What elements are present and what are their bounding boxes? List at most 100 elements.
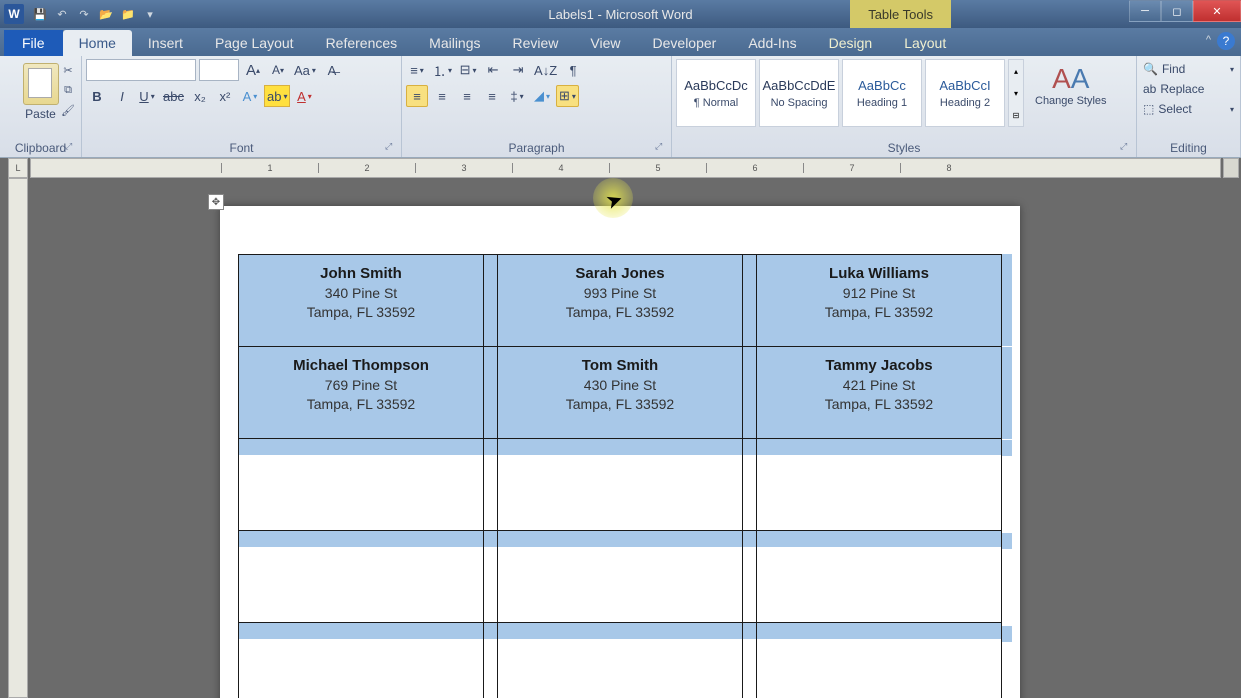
select-button[interactable]: ⬚Select (1141, 99, 1236, 119)
open2-icon[interactable]: 📁 (118, 5, 138, 23)
document-area[interactable]: ✥ John Smith 340 Pine St Tampa, FL 33592… (30, 178, 1221, 698)
tab-home[interactable]: Home (63, 30, 132, 56)
bold-button[interactable]: B (86, 85, 108, 107)
subscript-button[interactable]: x₂ (189, 85, 211, 107)
label-cell[interactable]: Sarah Jones 993 Pine St Tampa, FL 33592 (498, 255, 743, 347)
superscript-button[interactable]: x² (214, 85, 236, 107)
show-marks-button[interactable]: ¶ (562, 59, 584, 81)
selection-overflow (1002, 626, 1012, 642)
qat-more-icon[interactable]: ▾ (140, 5, 160, 23)
change-case-button[interactable]: Aa (292, 59, 318, 81)
bullets-button[interactable]: ≡ (406, 59, 428, 81)
style-no-spacing[interactable]: AaBbCcDdE No Spacing (759, 59, 839, 127)
copy-icon[interactable]: ⧉ (59, 82, 77, 98)
justify-button[interactable]: ≡ (481, 85, 503, 107)
highlight-button[interactable]: ab (264, 85, 290, 107)
label-cell[interactable]: Michael Thompson 769 Pine St Tampa, FL 3… (239, 347, 484, 439)
label-cell[interactable] (498, 623, 743, 698)
tab-selector[interactable]: L (8, 158, 28, 178)
vertical-ruler[interactable] (8, 178, 28, 698)
change-styles-button[interactable]: AA Change Styles (1027, 59, 1115, 127)
numbering-button[interactable]: ⒈ (431, 59, 454, 81)
change-styles-icon: AA (1052, 63, 1089, 95)
styles-expand[interactable]: ⊟ (1009, 104, 1023, 126)
tab-mailings[interactable]: Mailings (413, 30, 496, 56)
undo-icon[interactable]: ↶ (52, 5, 72, 23)
label-cell[interactable] (239, 439, 484, 531)
selection-overflow (1002, 533, 1012, 549)
help-button[interactable]: ? (1217, 32, 1235, 50)
labels-table[interactable]: John Smith 340 Pine St Tampa, FL 33592 S… (238, 254, 1002, 698)
style-heading-2[interactable]: AaBbCcI Heading 2 (925, 59, 1005, 127)
format-painter-icon[interactable]: 🖌 (59, 102, 77, 118)
align-center-button[interactable]: ≡ (431, 85, 453, 107)
gap-cell (743, 347, 757, 439)
style-heading-1[interactable]: AaBbCc Heading 1 (842, 59, 922, 127)
strikethrough-button[interactable]: abc (161, 85, 186, 107)
label-cell[interactable] (498, 439, 743, 531)
shrink-font-button[interactable]: A▾ (267, 59, 289, 81)
tab-developer[interactable]: Developer (637, 30, 733, 56)
font-size-input[interactable] (199, 59, 239, 81)
font-name-input[interactable] (86, 59, 196, 81)
sort-button[interactable]: A↓Z (532, 59, 559, 81)
editing-group: 🔍Find abReplace ⬚Select Editing (1137, 56, 1241, 157)
grow-font-button[interactable]: A▴ (242, 59, 264, 81)
label-cell[interactable] (757, 439, 1002, 531)
redo-icon[interactable]: ↷ (74, 5, 94, 23)
file-tab[interactable]: File (4, 30, 63, 56)
close-button[interactable]: ✕ (1193, 0, 1241, 22)
italic-button[interactable]: I (111, 85, 133, 107)
label-cell[interactable] (498, 531, 743, 623)
multilevel-button[interactable]: ⊟ (457, 59, 479, 81)
tab-table-layout[interactable]: Layout (888, 30, 962, 56)
styles-scroll-down[interactable]: ▾ (1009, 82, 1023, 104)
tab-page-layout[interactable]: Page Layout (199, 30, 310, 56)
minimize-ribbon-icon[interactable]: ^ (1206, 34, 1211, 46)
line-spacing-button[interactable]: ‡ (506, 85, 528, 107)
ruler-toggle[interactable] (1223, 158, 1239, 178)
styles-scroll: ▴ ▾ ⊟ (1008, 59, 1024, 127)
tab-insert[interactable]: Insert (132, 30, 199, 56)
cut-icon[interactable]: ✂ (59, 62, 77, 78)
table-move-handle[interactable]: ✥ (208, 194, 224, 210)
align-left-button[interactable]: ≡ (406, 85, 428, 107)
maximize-button[interactable]: ◻ (1161, 0, 1193, 22)
tab-review[interactable]: Review (497, 30, 575, 56)
minimize-button[interactable]: ─ (1129, 0, 1161, 22)
borders-button[interactable]: ⊞ (556, 85, 579, 107)
text-effects-button[interactable]: A (239, 85, 261, 107)
label-cell[interactable] (239, 623, 484, 698)
tab-table-design[interactable]: Design (813, 30, 889, 56)
horizontal-ruler[interactable]: 1 2 3 4 5 6 7 8 (30, 158, 1221, 178)
underline-button[interactable]: U (136, 85, 158, 107)
shading-button[interactable]: ◢ (531, 85, 553, 107)
styles-scroll-up[interactable]: ▴ (1009, 60, 1023, 82)
label-cell[interactable]: Tammy Jacobs 421 Pine St Tampa, FL 33592 (757, 347, 1002, 439)
align-right-button[interactable]: ≡ (456, 85, 478, 107)
tab-references[interactable]: References (310, 30, 414, 56)
font-color-button[interactable]: A (293, 85, 315, 107)
label-cell[interactable] (239, 531, 484, 623)
label-cell[interactable]: Tom Smith 430 Pine St Tampa, FL 33592 (498, 347, 743, 439)
label-cell[interactable] (757, 531, 1002, 623)
find-button[interactable]: 🔍Find (1141, 59, 1236, 79)
tab-view[interactable]: View (574, 30, 636, 56)
clipboard-launcher[interactable]: ⤢ (65, 141, 77, 153)
paragraph-launcher[interactable]: ⤢ (655, 141, 667, 153)
label-cell[interactable] (757, 623, 1002, 698)
decrease-indent-button[interactable]: ⇤ (482, 59, 504, 81)
save-icon[interactable]: 💾 (30, 5, 50, 23)
styles-launcher[interactable]: ⤢ (1120, 141, 1132, 153)
increase-indent-button[interactable]: ⇥ (507, 59, 529, 81)
label-cell[interactable]: Luka Williams 912 Pine St Tampa, FL 3359… (757, 255, 1002, 347)
open-icon[interactable]: 📂 (96, 5, 116, 23)
clear-formatting-button[interactable]: A̶ (321, 59, 343, 81)
label-cell[interactable]: John Smith 340 Pine St Tampa, FL 33592 (239, 255, 484, 347)
replace-button[interactable]: abReplace (1141, 79, 1236, 99)
font-launcher[interactable]: ⤢ (385, 141, 397, 153)
editing-label: Editing (1137, 141, 1240, 155)
page[interactable]: ✥ John Smith 340 Pine St Tampa, FL 33592… (220, 206, 1020, 698)
style-normal[interactable]: AaBbCcDc ¶ Normal (676, 59, 756, 127)
tab-add-ins[interactable]: Add-Ins (732, 30, 812, 56)
